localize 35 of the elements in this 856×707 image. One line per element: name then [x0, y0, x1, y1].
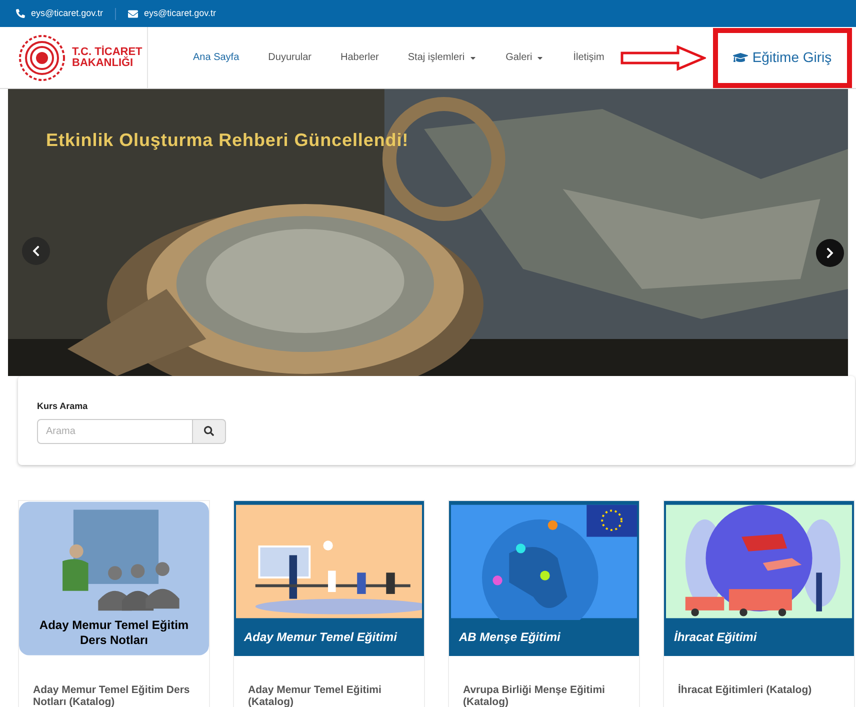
course-title[interactable]: Aday Memur Temel Eğitimi (Katalog)	[234, 656, 424, 707]
chevron-right-icon	[824, 247, 836, 259]
course-banner[interactable]: Aday Memur Temel Eğitimi	[234, 501, 424, 656]
phone-link[interactable]: eys@ticaret.gov.tr	[31, 6, 103, 20]
banner-title: Aday Memur Temel Eğitim Ders Notları	[39, 618, 189, 648]
nav-link[interactable]: Staj işlemleri	[408, 50, 477, 65]
course-banner[interactable]: AB Menşe Eğitimi	[449, 501, 639, 656]
nav-link[interactable]: Haberler	[340, 50, 379, 65]
course-banner[interactable]: Aday Memur Temel Eğitim Ders Notları	[19, 501, 209, 656]
nav-link[interactable]: Galeri	[506, 50, 544, 65]
nav-link[interactable]: Duyurular	[268, 50, 312, 65]
course-card[interactable]: Aday Memur Temel Eğitim Ders Notları Aday Memur Temel Eğitim Ders Notları (Katalog)	[18, 500, 210, 707]
course-card[interactable]: AB Menşe Eğitimi Avrupa Birliği Menşe Eğitimi (Katalog)	[448, 500, 640, 707]
search-label: Kurs Arama	[37, 400, 89, 413]
course-card[interactable]: İhracat Eğitimi İhracat Eğitimleri (Katalog)	[663, 500, 855, 707]
nav-link[interactable]: Ana Sayfa	[193, 50, 240, 65]
search-button[interactable]	[193, 418, 226, 444]
nav-link[interactable]: İletişim	[573, 50, 604, 65]
search-field[interactable]: Arama	[37, 418, 193, 444]
login-link[interactable]: Eğitime Giriş	[733, 47, 832, 68]
logo-text: BAKANLIĞI	[72, 58, 134, 68]
course-title[interactable]: İhracat Eğitimleri (Katalog)	[664, 656, 854, 696]
course-banner[interactable]: İhracat Eğitimi	[664, 501, 854, 656]
chevron-left-icon	[30, 245, 42, 257]
course-title[interactable]: Aday Memur Temel Eğitim Ders Notları (Katalog)	[19, 656, 209, 707]
emblem-icon[interactable]	[18, 34, 66, 82]
email-icon	[128, 8, 138, 18]
logo-text: T.C. TİCARET	[72, 46, 142, 58]
email-link[interactable]: eys@ticaret.gov.tr	[144, 6, 216, 20]
course-card[interactable]: Aday Memur Temel Eğitimi Aday Memur Temel Eğitimi (Katalog)	[233, 500, 425, 707]
graduation-cap-icon	[733, 50, 748, 65]
slide-title: Etkinlik Oluşturma Rehberi Güncellendi!	[46, 129, 409, 152]
phone-icon	[16, 9, 25, 18]
search-icon	[204, 426, 214, 436]
course-title[interactable]: Avrupa Birliği Menşe Eğitimi (Katalog)	[449, 656, 639, 707]
